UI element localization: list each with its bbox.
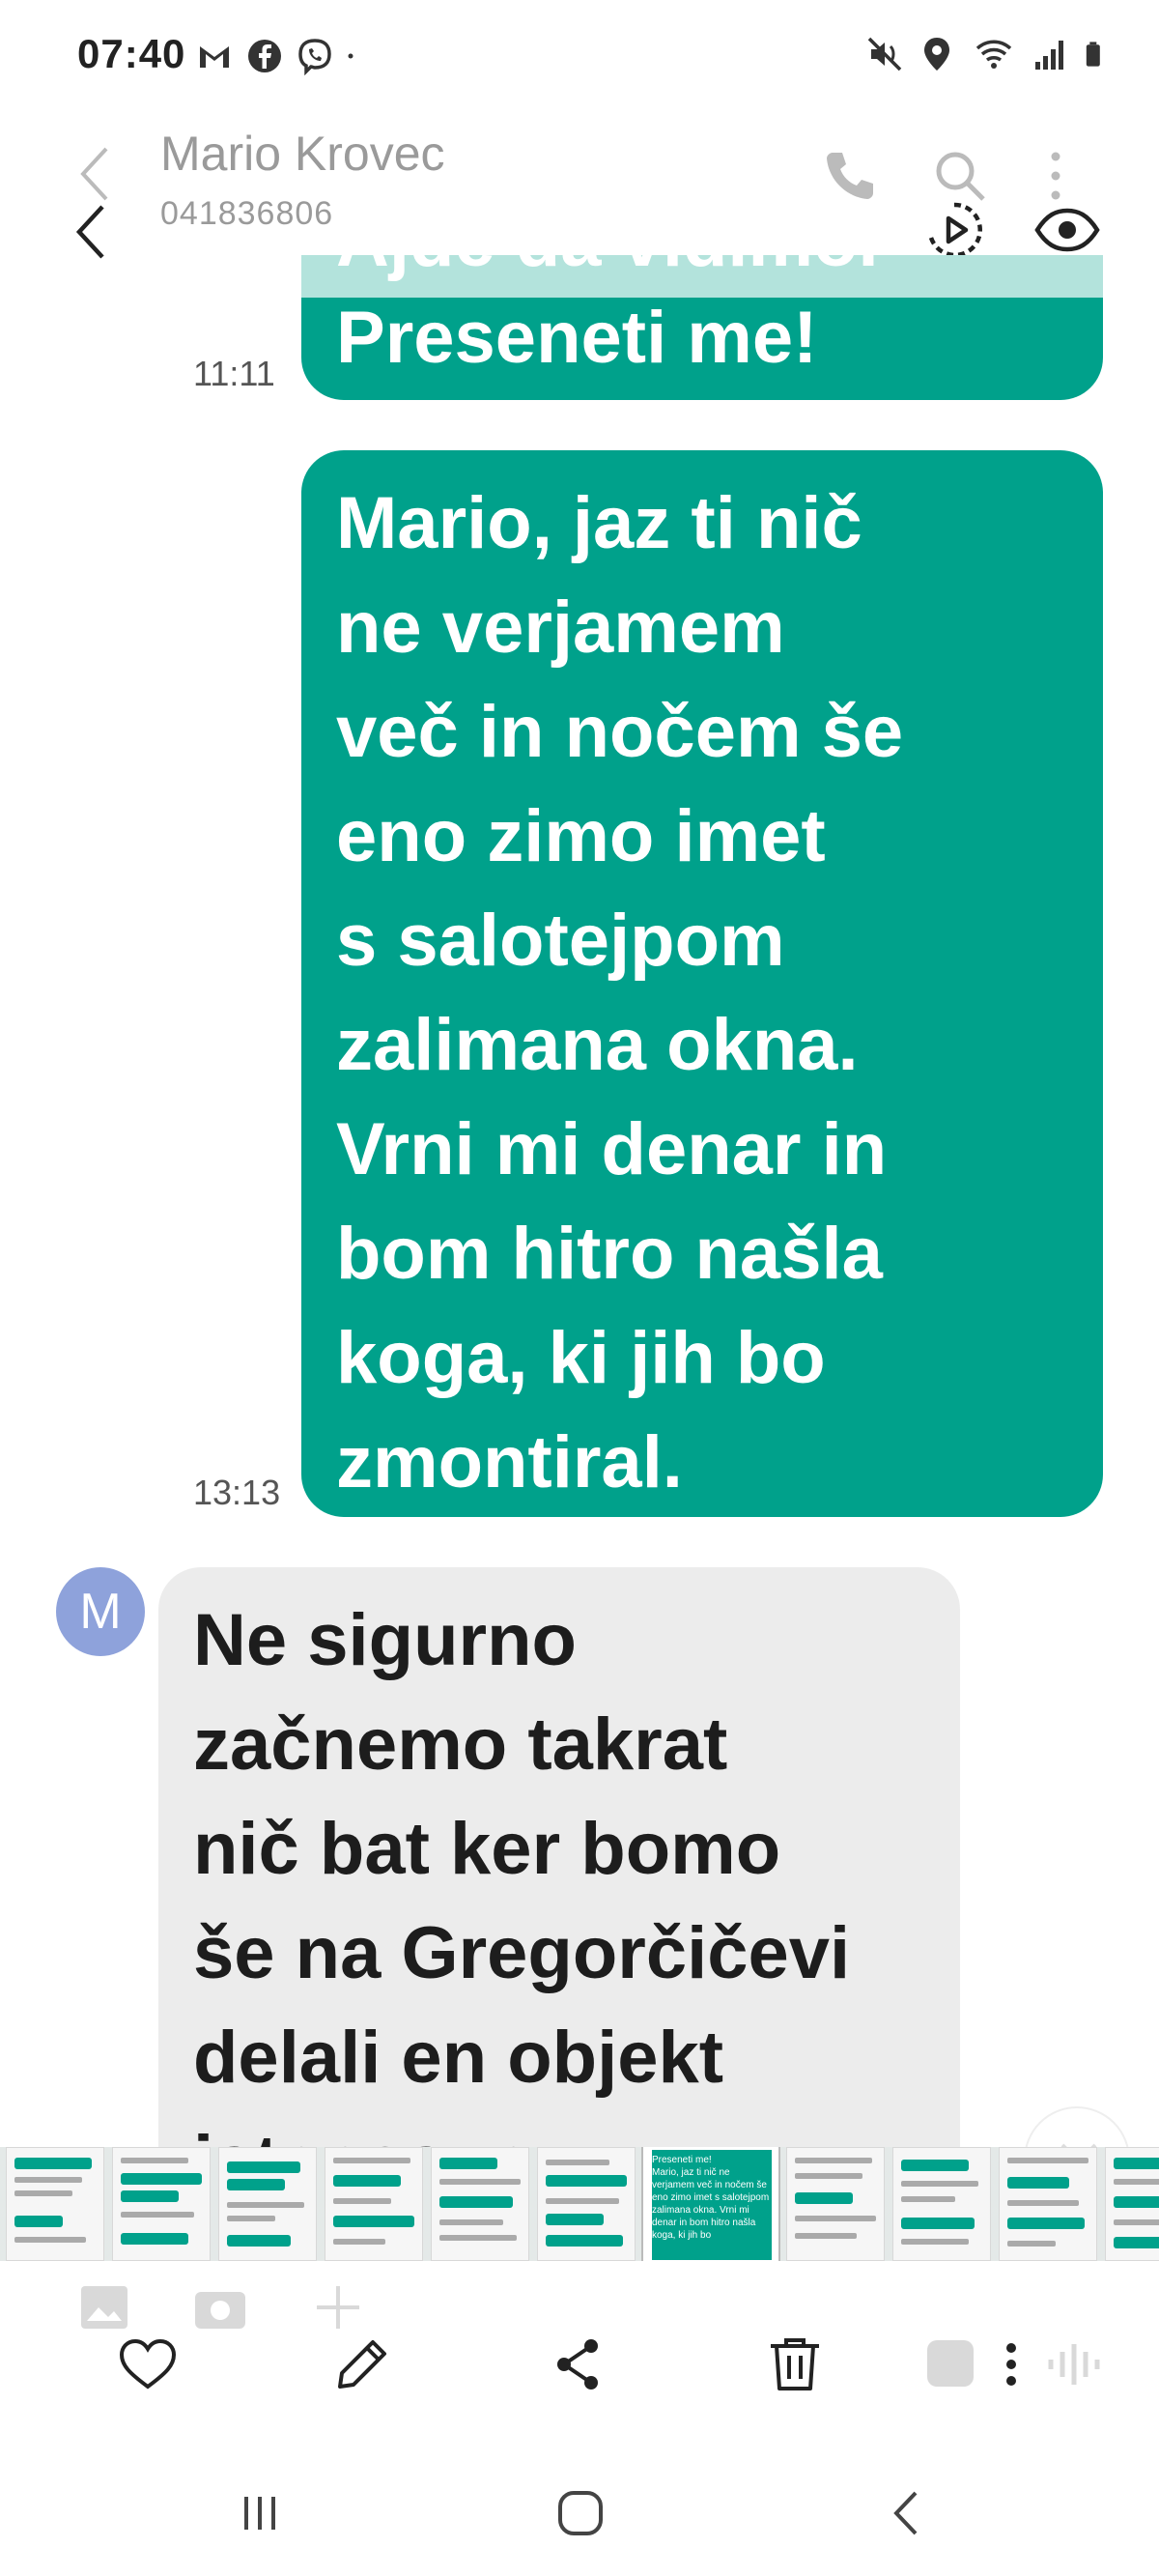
wifi-icon [975,40,1012,69]
heart-icon[interactable] [114,2331,182,2398]
signal-icon [1035,41,1063,70]
battery-icon [1086,42,1100,67]
message-time: 11:11 [193,354,275,393]
gallery-icon [81,2286,127,2329]
message-text: Mario, jaz ti nič ne verjamem več in noč… [336,482,904,1503]
message-bubble-incoming[interactable]: Ne sigurno začnemo takrat nič bat ker bo… [158,1567,960,2166]
filmstrip-thumbnail[interactable] [325,2147,423,2261]
share-icon[interactable] [545,2331,612,2398]
more-options-icon[interactable] [1039,145,1072,207]
filmstrip-thumbnail[interactable] [537,2147,636,2261]
viber-icon [298,39,331,75]
sticker-icon [927,2340,974,2387]
status-right-icons [865,35,1111,73]
eye-icon[interactable] [1033,199,1101,261]
contact-name[interactable]: Mario Krovec [160,126,445,182]
more-icon[interactable] [995,2331,1028,2398]
filmstrip-thumbnail[interactable] [6,2147,104,2261]
add-icon [317,2286,359,2329]
status-left-icons [195,37,365,75]
message-bubble-outgoing[interactable]: Mario, jaz ti nič ne verjamem več in noč… [301,450,1103,1517]
mute-icon [867,37,902,72]
filmstrip-thumbnail[interactable] [999,2147,1097,2261]
home-button[interactable] [554,2487,607,2539]
status-time: 07:40 [77,31,186,76]
filmstrip-thumbnail[interactable] [112,2147,211,2261]
avatar[interactable]: M [56,1567,145,1656]
call-icon[interactable] [819,145,881,207]
dot-icon [348,53,353,59]
message-time: 13:13 [193,1473,281,1512]
contact-number: 041836806 [160,195,334,232]
back-arrow-ghost-icon [80,147,108,201]
filmstrip-thumbnail[interactable] [431,2147,529,2261]
message-bubble-outgoing[interactable]: Ajde da vidimo. Preseneti me! [301,255,1103,400]
filmstrip-thumbnail[interactable] [1105,2147,1159,2261]
gmail-icon [200,46,229,68]
screenshot-filmstrip[interactable]: Preseneti me! Mario, jaz ti nič ne verja… [0,2147,1159,2261]
filmstrip-thumbnail[interactable] [786,2147,885,2261]
voice-icon [1048,2344,1100,2385]
camera-icon [195,2292,245,2329]
system-nav-bar [0,2464,1159,2576]
location-icon [924,38,949,71]
back-nav-button[interactable] [887,2487,925,2539]
back-button[interactable] [70,201,112,263]
filmstrip-thumbnail-current[interactable]: Preseneti me! Mario, jaz ti nič ne verja… [643,2147,778,2261]
edit-icon[interactable] [328,2331,396,2398]
thumbnail-text: Preseneti me! Mario, jaz ti nič ne verja… [652,2155,770,2241]
recent-apps-button[interactable] [236,2489,284,2537]
motion-photo-icon[interactable] [923,199,985,261]
search-icon[interactable] [929,145,991,207]
message-text: Ne sigurno začnemo takrat nič bat ker bo… [193,1599,851,2166]
delete-icon[interactable] [761,2331,829,2398]
message-text: Preseneti me! [336,297,818,379]
action-bar [0,2261,1159,2464]
filmstrip-thumbnail[interactable] [218,2147,317,2261]
filmstrip-thumbnail[interactable] [892,2147,991,2261]
facebook-icon [248,40,281,72]
